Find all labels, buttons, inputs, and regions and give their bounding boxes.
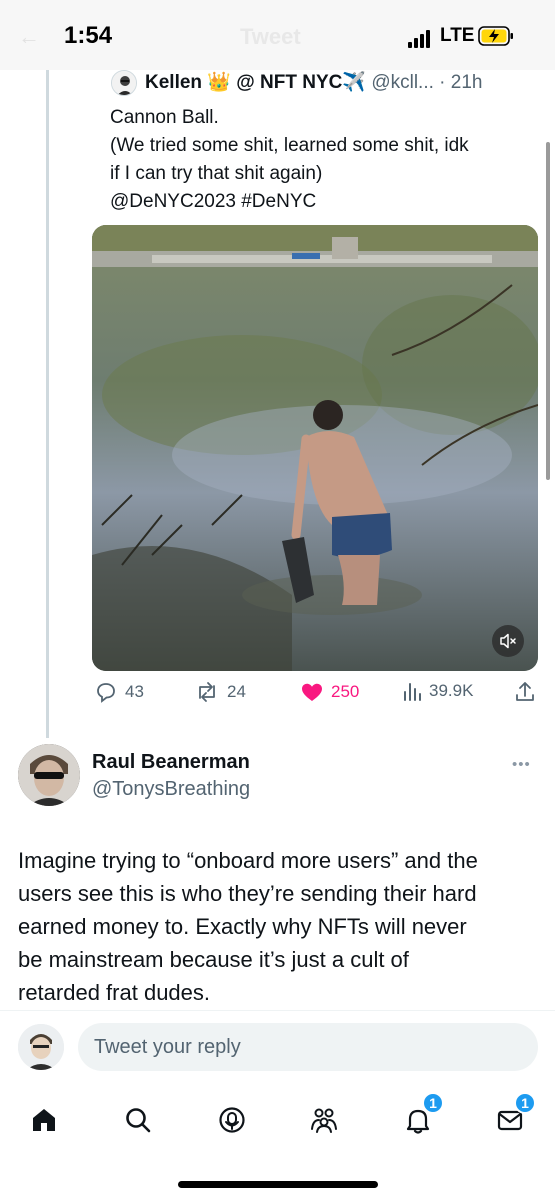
views-count: 39.9K — [429, 681, 474, 700]
video-frame — [92, 225, 538, 671]
battery-charging-icon — [478, 26, 513, 46]
spaces-icon[interactable] — [212, 1100, 252, 1140]
reply-author-avatar[interactable] — [18, 744, 80, 806]
network-label: LTE — [440, 25, 475, 46]
share-icon — [516, 682, 534, 701]
mute-icon[interactable] — [492, 625, 524, 657]
reply-text-line: retarded frat dudes. — [18, 980, 211, 1005]
reply-text: Imagine trying to “onboard more users” a… — [18, 844, 542, 1009]
views-button[interactable]: 39.9K — [402, 680, 473, 702]
reply-text-line: be mainstream because it’s just a cult o… — [18, 947, 409, 972]
like-count: 250 — [331, 682, 360, 701]
reply-button[interactable]: 43 — [94, 680, 144, 704]
status-bar: ← 1:54 Tweet LTE — [0, 0, 555, 70]
views-icon — [404, 683, 421, 701]
bottom-tab-bar: 1 1 — [0, 1090, 555, 1150]
status-time: 1:54 — [64, 22, 113, 49]
reply-author-name[interactable]: Raul Beanerman — [92, 751, 250, 774]
signal-icon — [408, 30, 434, 48]
reply-author-handle[interactable]: @TonysBreathing — [92, 778, 250, 801]
reply-text-line: Imagine trying to “onboard more users” a… — [18, 848, 478, 873]
quoted-tweet-header[interactable]: Kellen 👑 @ NFT NYC✈️ @kcll... · 21h — [145, 70, 482, 94]
back-arrow-icon[interactable]: ← — [18, 24, 40, 50]
heart-filled-icon — [302, 683, 322, 701]
retweet-count: 24 — [227, 682, 246, 701]
reply-input[interactable] — [78, 1023, 538, 1071]
notifications-icon[interactable]: 1 — [398, 1092, 444, 1140]
quoted-author-avatar[interactable] — [111, 70, 137, 96]
reply-text-line: earned money to. Exactly why NFTs will n… — [18, 914, 467, 939]
retweet-button[interactable]: 24 — [194, 680, 246, 704]
quoted-text-line: @DeNYC2023 #DeNYC — [110, 191, 317, 212]
my-avatar[interactable] — [18, 1024, 64, 1070]
reply-text-line: users see this is who they’re sending th… — [18, 881, 477, 906]
home-icon[interactable] — [24, 1100, 64, 1140]
page-title: Tweet — [240, 24, 301, 49]
retweet-icon — [199, 682, 215, 702]
quoted-author-handle-time: @kcll... · 21h — [371, 72, 483, 93]
more-options-icon[interactable]: ••• — [512, 756, 531, 773]
reply-icon — [97, 683, 115, 703]
home-indicator[interactable] — [178, 1181, 378, 1188]
quoted-tweet-text: Cannon Ball. (We tried some shit, learne… — [110, 104, 530, 216]
thread-connector-line — [46, 70, 49, 738]
search-icon[interactable] — [118, 1100, 158, 1140]
like-button[interactable]: 250 — [300, 680, 359, 704]
quoted-text-line: Cannon Ball. — [110, 107, 219, 128]
tweet-actions: 43 24 250 39.9K — [94, 680, 538, 710]
tweet-video[interactable] — [92, 225, 538, 671]
share-button[interactable] — [514, 680, 536, 704]
quoted-author-name: Kellen 👑 @ NFT NYC✈️ — [145, 72, 367, 93]
reply-count: 43 — [125, 682, 144, 701]
divider — [0, 1010, 555, 1011]
communities-icon[interactable] — [304, 1100, 344, 1140]
messages-icon[interactable]: 1 — [490, 1092, 536, 1140]
quoted-text-line: (We tried some shit, learned some shit, … — [110, 135, 469, 156]
notifications-badge: 1 — [422, 1092, 444, 1114]
messages-badge: 1 — [514, 1092, 536, 1114]
scrollbar[interactable] — [546, 142, 550, 480]
quoted-text-line: if I can try that shit again) — [110, 163, 323, 184]
